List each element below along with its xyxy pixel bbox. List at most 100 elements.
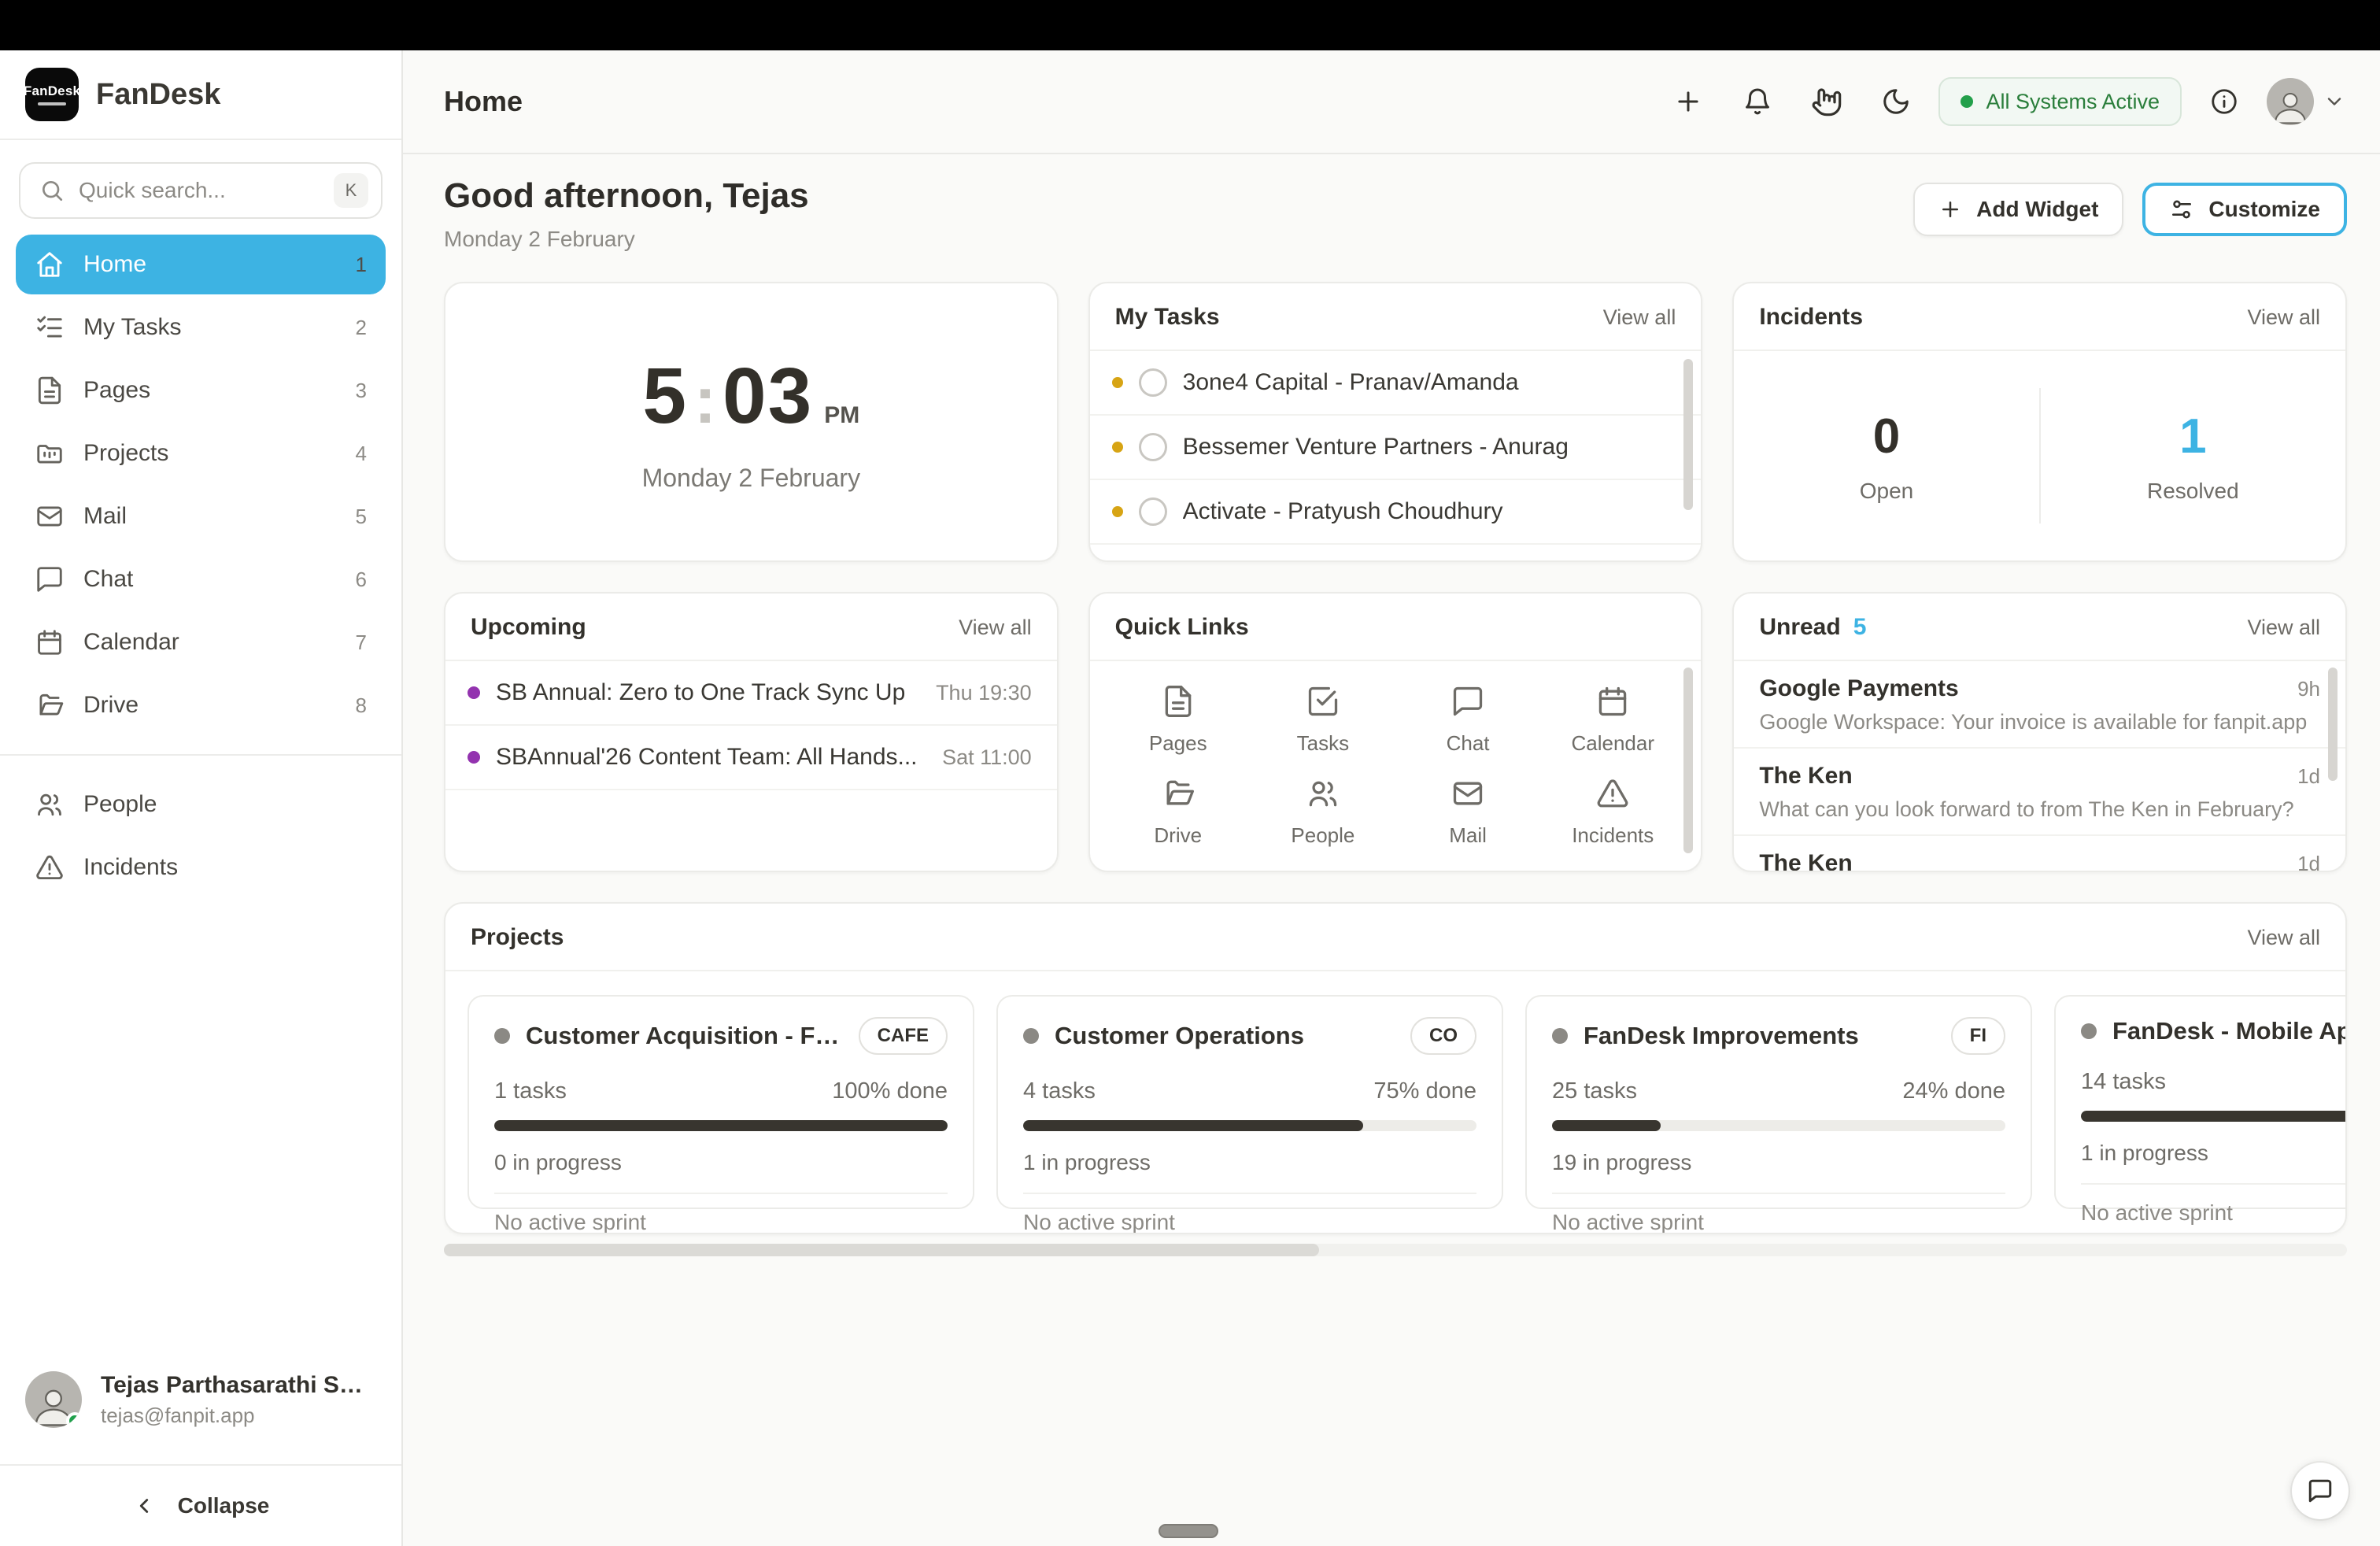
quick-link-calendar[interactable]: Calendar xyxy=(1540,675,1685,765)
card-divider xyxy=(494,1193,948,1194)
project-card[interactable]: Customer Acquisition - Fanp... CAFE 1 ta… xyxy=(468,995,974,1209)
task-row[interactable]: 3one4 Capital - Pranav/Amanda xyxy=(1090,351,1702,416)
event-title: SBAnnual'26 Content Team: All Hands... xyxy=(496,744,918,771)
search-icon xyxy=(39,178,65,203)
sidebar-item-pages[interactable]: Pages 3 xyxy=(16,361,386,420)
sidebar-item-count: 7 xyxy=(356,631,367,655)
priority-dot xyxy=(1112,442,1123,453)
sidebar-item-my-tasks[interactable]: My Tasks 2 xyxy=(16,298,386,357)
chat-fab-button[interactable] xyxy=(2292,1463,2349,1519)
alert-triangle-icon xyxy=(1595,776,1630,811)
notifications-bell-icon[interactable] xyxy=(1731,75,1784,128)
clock-time: 5 : 03 PM xyxy=(642,351,859,442)
mail-icon xyxy=(1451,776,1485,811)
account-menu[interactable] xyxy=(2267,78,2345,125)
event-row[interactable]: SB Annual: Zero to One Track Sync Up Thu… xyxy=(445,661,1057,726)
task-title: 3one4 Capital - Pranav/Amanda xyxy=(1183,369,1519,396)
add-button[interactable] xyxy=(1661,75,1715,128)
unread-header: Unread 5 View all xyxy=(1734,594,2345,661)
sidebar-item-drive[interactable]: Drive 8 xyxy=(16,675,386,735)
mail-icon xyxy=(35,501,65,531)
sidebar-item-chat[interactable]: Chat 6 xyxy=(16,549,386,609)
quick-search[interactable]: K xyxy=(19,162,382,219)
widget-title: Quick Links xyxy=(1115,614,1249,641)
unread-scrollbar[interactable] xyxy=(2328,668,2338,781)
calendar-color-dot xyxy=(468,686,480,699)
info-icon[interactable] xyxy=(2197,75,2251,128)
quick-link-pages[interactable]: Pages xyxy=(1106,675,1251,765)
quick-link-people[interactable]: People xyxy=(1251,767,1395,857)
unread-message-row[interactable]: The Ken 1d xyxy=(1734,836,2345,871)
unread-message-row[interactable]: The Ken 1d What can you look forward to … xyxy=(1734,749,2345,836)
quick-link-chat[interactable]: Chat xyxy=(1395,675,1540,765)
dark-mode-moon-icon[interactable] xyxy=(1869,75,1923,128)
customize-button[interactable]: Customize xyxy=(2142,183,2347,236)
task-checkbox[interactable] xyxy=(1139,497,1167,526)
event-row[interactable]: SBAnnual'26 Content Team: All Hands... S… xyxy=(445,726,1057,790)
sidebar-item-mail[interactable]: Mail 5 xyxy=(16,486,386,546)
unread-count-badge: 5 xyxy=(1853,614,1867,641)
add-widget-button[interactable]: Add Widget xyxy=(1913,183,2123,236)
project-card[interactable]: Customer Operations CO 4 tasks 75% done … xyxy=(996,995,1503,1209)
sidebar-item-count: 8 xyxy=(356,693,367,718)
task-checkbox[interactable] xyxy=(1139,368,1167,397)
dashboard-actions: Add Widget Customize xyxy=(1913,183,2347,236)
rock-hand-icon[interactable] xyxy=(1800,75,1853,128)
clock-hour: 5 xyxy=(642,351,688,442)
sidebar-item-home[interactable]: Home 1 xyxy=(16,235,386,294)
collapse-sidebar-button[interactable]: Collapse xyxy=(0,1464,401,1546)
project-name: FanDesk Improvements xyxy=(1584,1022,1935,1050)
upcoming-list: SB Annual: Zero to One Track Sync Up Thu… xyxy=(445,661,1057,871)
project-name: FanDesk - Mobile App xyxy=(2112,1017,2345,1045)
message-square-icon xyxy=(35,564,65,594)
folder-open-icon xyxy=(1161,776,1196,811)
sidebar-nav: Home 1 My Tasks 2 Pages 3 Projects 4 Mai… xyxy=(0,235,401,897)
quick-link-mail[interactable]: Mail xyxy=(1395,767,1540,857)
project-task-count: 25 tasks xyxy=(1552,1078,1637,1104)
upcoming-header: Upcoming View all xyxy=(445,594,1057,661)
unread-view-all-link[interactable]: View all xyxy=(2247,616,2320,640)
upcoming-view-all-link[interactable]: View all xyxy=(959,616,1032,640)
resolved-count: 1 xyxy=(2179,409,2206,464)
projects-horizontal-scrollbar[interactable] xyxy=(444,1244,1319,1256)
greeting-title: Good afternoon, Tejas xyxy=(444,176,809,216)
sidebar-item-people[interactable]: People xyxy=(16,775,386,834)
project-in-progress: 1 in progress xyxy=(1023,1150,1476,1175)
task-checkbox[interactable] xyxy=(1139,433,1167,461)
window-top-bar xyxy=(0,0,2380,50)
incidents-view-all-link[interactable]: View all xyxy=(2247,305,2320,330)
sidebar-item-incidents[interactable]: Incidents xyxy=(16,838,386,897)
task-row[interactable]: Bessemer Venture Partners - Anurag xyxy=(1090,416,1702,480)
my-tasks-header: My Tasks View all xyxy=(1090,283,1702,351)
project-card[interactable]: FanDesk - Mobile App 14 tasks 1 in progr… xyxy=(2054,995,2345,1209)
customize-label: Customize xyxy=(2208,197,2320,222)
project-key-badge: CO xyxy=(1410,1017,1476,1055)
message-preview: What can you look forward to from The Ke… xyxy=(1759,797,2320,822)
my-tasks-scrollbar[interactable] xyxy=(1683,359,1693,510)
quick-link-incidents[interactable]: Incidents xyxy=(1540,767,1685,857)
user-profile[interactable]: Tejas Parthasarathi Suda... tejas@fanpit… xyxy=(0,1349,401,1463)
message-time: 1d xyxy=(2297,852,2320,871)
quick-link-tasks[interactable]: Tasks xyxy=(1251,675,1395,765)
my-tasks-view-all-link[interactable]: View all xyxy=(1603,305,1676,330)
sidebar-item-projects[interactable]: Projects 4 xyxy=(16,423,386,483)
clock-date: Monday 2 February xyxy=(642,464,860,493)
folder-open-icon xyxy=(35,690,65,720)
sidebar-item-label: Pages xyxy=(83,377,337,404)
quick-link-drive[interactable]: Drive xyxy=(1106,767,1251,857)
task-row[interactable]: Activate - Pratyush Choudhury xyxy=(1090,480,1702,545)
project-card[interactable]: FanDesk Improvements FI 25 tasks 24% don… xyxy=(1525,995,2032,1209)
project-name: Customer Operations xyxy=(1055,1022,1395,1050)
system-status-badge[interactable]: All Systems Active xyxy=(1938,77,2182,126)
bottom-drag-handle[interactable] xyxy=(1159,1524,1218,1538)
unread-message-row[interactable]: Google Payments 9h Google Workspace: You… xyxy=(1734,661,2345,749)
project-name: Customer Acquisition - Fanp... xyxy=(526,1022,843,1050)
quick-links-scrollbar[interactable] xyxy=(1683,668,1693,853)
task-row[interactable]: RahlGroup - Sathya N S xyxy=(1090,545,1702,560)
file-text-icon xyxy=(35,375,65,405)
sidebar-item-calendar[interactable]: Calendar 7 xyxy=(16,612,386,672)
project-sprint-status: No active sprint xyxy=(1552,1210,2005,1233)
projects-view-all-link[interactable]: View all xyxy=(2247,926,2320,950)
search-input[interactable] xyxy=(79,178,320,203)
clock-meridiem: PM xyxy=(824,402,859,429)
